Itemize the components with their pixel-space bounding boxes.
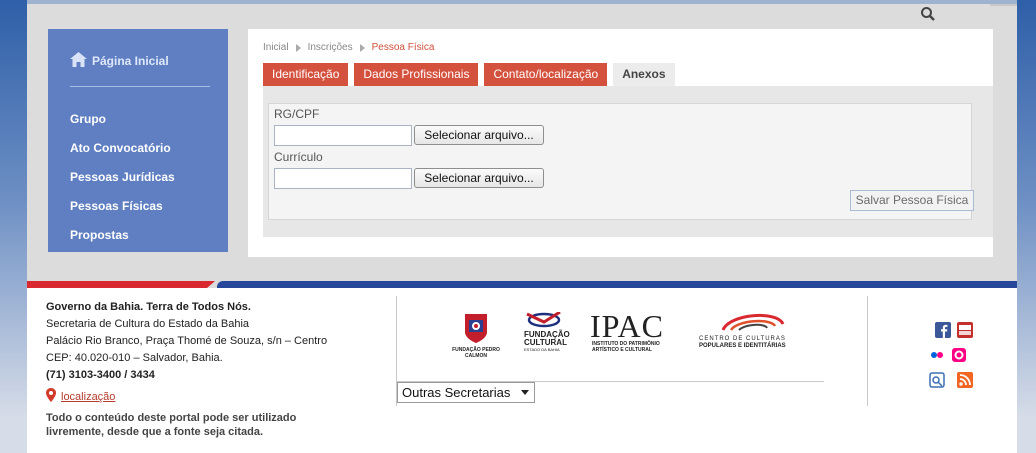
sidebar-item-grupo[interactable]: Grupo [70, 112, 175, 141]
fundacao-cultural-logo[interactable]: FUNDAÇÃO CULTURAL ESTADO DA BAHIA [524, 310, 574, 353]
top-divider [990, 4, 1017, 6]
funceb-logo-line2: CULTURAL [524, 338, 567, 347]
curriculo-label: Currículo [274, 150, 323, 164]
footer-red-cap [207, 281, 215, 288]
sidebar-item-ato-convocatorio[interactable]: Ato Convocatório [70, 141, 175, 170]
funceb-logo-line3: ESTADO DA BAHIA [524, 347, 560, 352]
centro-de-culturas-logo[interactable]: CENTRO DE CULTURAS POPULARES E IDENTITÁR… [699, 310, 809, 350]
breadcrumb-arrow-icon [295, 43, 301, 52]
tab-anexos[interactable]: Anexos [613, 63, 675, 86]
footer-slogan: Governo da Bahia. Terra de Todos Nós. [46, 301, 251, 313]
ipac-logo-sub2: ARTÍSTICO E CULTURAL [592, 347, 652, 353]
ipac-logo[interactable]: IPAC INSTITUTO DO PATRIMÔNIO ARTÍSTICO E… [590, 308, 680, 353]
rg-cpf-select-file-button[interactable]: Selecionar arquivo... [414, 125, 544, 145]
location-link[interactable]: localização [46, 388, 115, 405]
top-strip [27, 0, 1017, 4]
breadcrumb: Inicial Inscrições Pessoa Física [263, 42, 434, 53]
tab-content: RG/CPF Selecionar arquivo... Currículo S… [263, 86, 993, 237]
fpc-logo-text: FUNDAÇÃO PEDRO CALMON [452, 347, 500, 359]
tab-contato-localizacao[interactable]: Contato/localização [484, 63, 608, 86]
ccpi-logo-line2: POPULARES E IDENTITÁRIAS [699, 343, 786, 349]
home-icon [70, 52, 92, 70]
rg-cpf-label: RG/CPF [274, 107, 320, 121]
rg-cpf-file-field[interactable] [274, 125, 412, 146]
footer-blue-bar [217, 281, 1017, 288]
rss-icon[interactable] [957, 372, 973, 388]
save-button[interactable]: Salvar Pessoa Física [850, 190, 974, 211]
breadcrumb-inicial[interactable]: Inicial [263, 42, 289, 53]
main-panel: Inicial Inscrições Pessoa Física Identif… [248, 29, 993, 257]
outras-secretarias-select[interactable]: Outras Secretarias [397, 382, 535, 403]
footer-address: Governo da Bahia. Terra de Todos Nós. Se… [46, 299, 327, 384]
footer-secretaria: Secretaria de Cultura do Estado da Bahia [46, 318, 250, 330]
sidebar-item-propostas[interactable]: Propostas [70, 228, 175, 257]
footer-phone: (71) 3103-3400 / 3434 [46, 369, 155, 381]
breadcrumb-inscricoes[interactable]: Inscrições [308, 42, 353, 53]
chevron-down-icon [521, 390, 529, 395]
curriculo-select-file-button[interactable]: Selecionar arquivo... [414, 168, 544, 188]
footer-cep: CEP: 40.020-010 – Salvador, Bahia. [46, 352, 223, 364]
outras-secretarias-value: Outras Secretarias [402, 385, 511, 400]
page-frame: Página Inicial Grupo Ato Convocatório Pe… [27, 0, 1017, 453]
footer-color-bar [27, 281, 1017, 288]
sidebar-item-pessoas-fisicas[interactable]: Pessoas Físicas [70, 199, 175, 228]
sidebar-home-label: Página Inicial [92, 54, 169, 68]
sidebar-item-pessoas-juridicas[interactable]: Pessoas Jurídicas [70, 170, 175, 199]
sidebar-home-link[interactable]: Página Inicial [70, 52, 169, 70]
footer-street: Palácio Rio Branco, Praça Thomé de Souza… [46, 335, 328, 347]
map-pin-icon [46, 388, 61, 405]
attachments-form: RG/CPF Selecionar arquivo... Currículo S… [268, 103, 974, 220]
curriculo-file-field[interactable] [274, 168, 412, 189]
tab-identificacao[interactable]: Identificação [263, 63, 349, 86]
ccpi-logo-line1: CENTRO DE CULTURAS [699, 336, 786, 342]
breadcrumb-current: Pessoa Física [371, 42, 435, 53]
sidebar: Página Inicial Grupo Ato Convocatório Pe… [48, 29, 228, 252]
facebook-icon[interactable] [935, 322, 951, 338]
youtube-icon[interactable] [957, 322, 973, 338]
footer-divider [867, 296, 868, 406]
footer-red-bar [27, 281, 207, 288]
tab-bar: Identificação Dados Profissionais Contat… [263, 63, 681, 86]
tab-dados-profissionais[interactable]: Dados Profissionais [354, 63, 479, 86]
location-link-label: localização [61, 390, 116, 403]
flickr-alt-icon[interactable] [951, 347, 967, 363]
ipac-logo-title: IPAC [590, 308, 664, 344]
flickr-icon[interactable] [929, 347, 945, 363]
delicious-icon[interactable] [929, 372, 945, 388]
fundacao-pedro-calmon-logo[interactable]: FUNDAÇÃO PEDRO CALMON [445, 312, 507, 359]
sidebar-divider [70, 86, 210, 87]
footer-note: Todo o conteúdo deste portal pode ser ut… [46, 412, 297, 438]
search-icon[interactable] [920, 6, 936, 22]
footer: Governo da Bahia. Terra de Todos Nós. Se… [27, 288, 1017, 453]
breadcrumb-arrow-icon [359, 43, 365, 52]
